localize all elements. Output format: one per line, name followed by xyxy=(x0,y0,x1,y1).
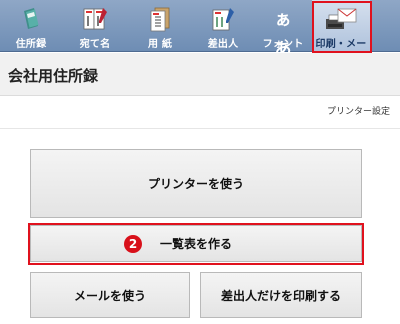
toolbar-addressee-button[interactable]: 宛て名 xyxy=(70,0,120,52)
use-mail-button[interactable]: メールを使う xyxy=(30,272,190,318)
title-bar: 会社用住所録 xyxy=(0,53,400,96)
toolbar-label-addressee: 宛て名 xyxy=(79,39,111,50)
page-title: 会社用住所録 xyxy=(8,67,99,85)
addressee-icon xyxy=(83,8,107,30)
toolbar-label-font: フォント xyxy=(262,39,304,50)
create-list-button[interactable]: 一覧表を作る xyxy=(30,225,362,262)
toolbar-print-mail-button[interactable]: 印刷・メール xyxy=(312,0,370,65)
toolbar-address-book-button[interactable]: 住所録 xyxy=(6,0,56,52)
address-book-icon xyxy=(24,8,39,29)
toolbar-label-sender: 差出人 xyxy=(207,39,239,50)
use-printer-button[interactable]: プリンターを使う xyxy=(30,149,362,218)
toolbar: 住所録 宛て名 用 紙 差出人 ぁあ フォント 印刷・メー xyxy=(0,0,400,65)
toolbar-paper-button[interactable]: 用 紙 xyxy=(135,0,185,52)
font-icon: ぁあ xyxy=(274,10,292,60)
sender-icon xyxy=(212,8,234,31)
toolbar-label-address-book: 住所録 xyxy=(15,39,47,50)
printer-settings-link[interactable]: プリンター設定 xyxy=(327,104,390,117)
print-sender-only-button[interactable]: 差出人だけを印刷する xyxy=(200,272,362,318)
toolbar-sender-button[interactable]: 差出人 xyxy=(198,0,248,52)
step-marker-2: 2 xyxy=(124,235,142,253)
paper-icon xyxy=(150,7,170,32)
print-mail-icon xyxy=(326,8,357,29)
toolbar-font-button[interactable]: ぁあ フォント xyxy=(258,0,308,60)
toolbar-label-paper: 用 紙 xyxy=(147,39,173,50)
